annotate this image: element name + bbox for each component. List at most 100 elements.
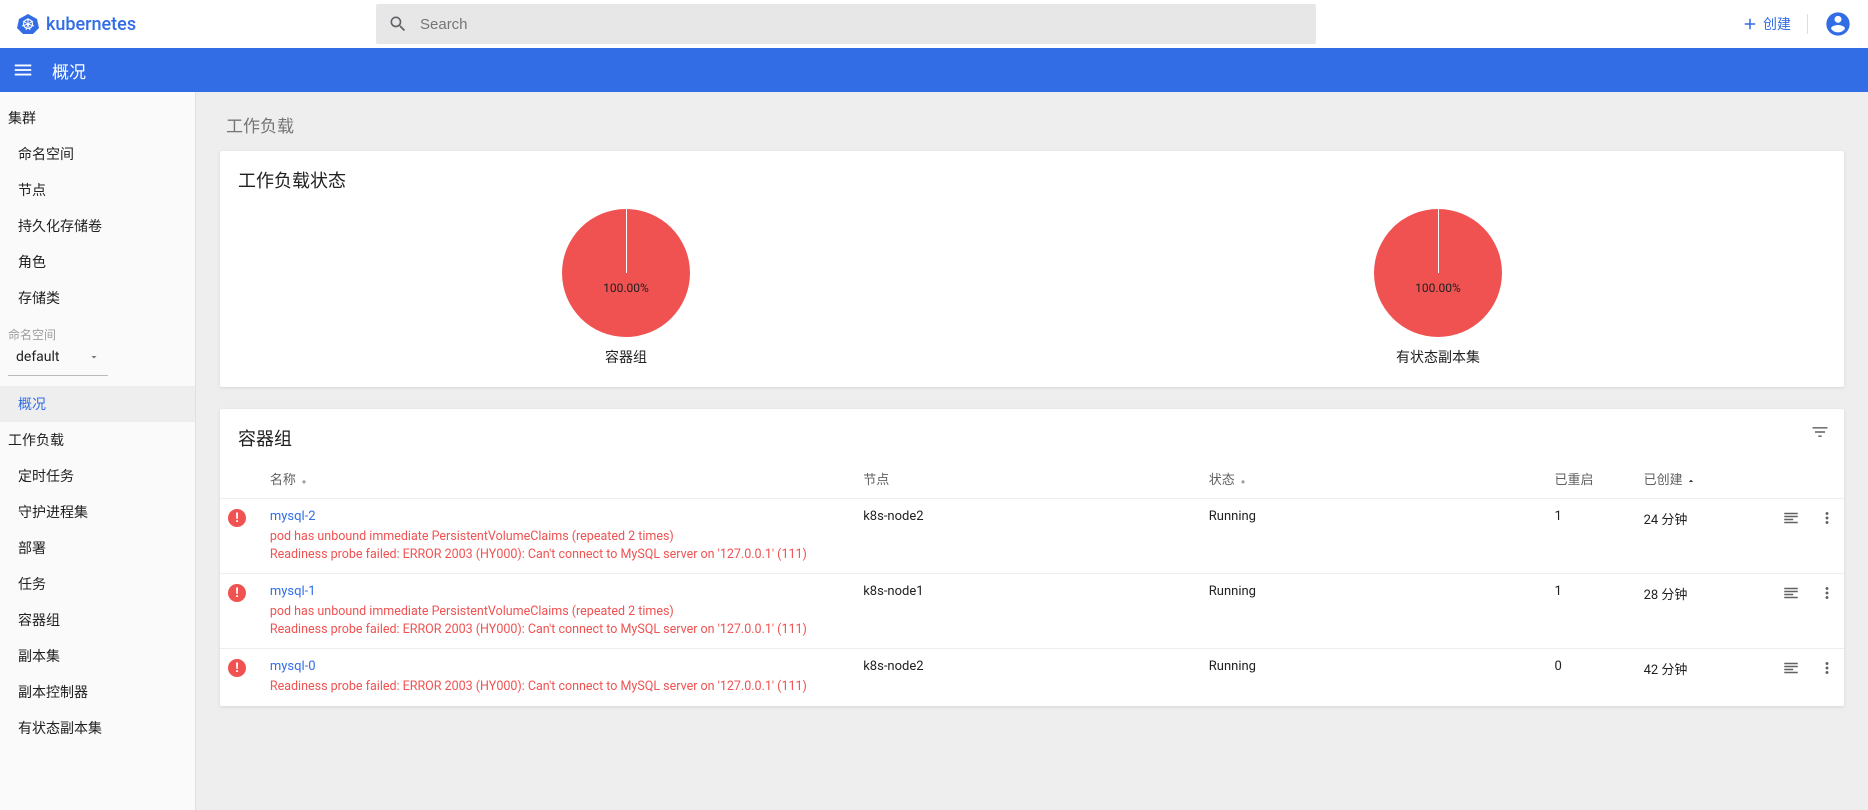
th-restarts[interactable]: 已重启 bbox=[1547, 459, 1636, 499]
more-vert-icon bbox=[1818, 584, 1836, 602]
sidebar-item-workload-2[interactable]: 部署 bbox=[0, 530, 195, 566]
more-vert-icon bbox=[1818, 659, 1836, 677]
logo-text: kubernetes bbox=[46, 14, 136, 35]
status-error-icon: ! bbox=[228, 509, 246, 527]
more-button[interactable] bbox=[1818, 659, 1836, 681]
status-error-icon: ! bbox=[228, 659, 246, 677]
logs-button[interactable] bbox=[1782, 584, 1800, 606]
sidebar-item-cluster-4[interactable]: 存储类 bbox=[0, 280, 195, 316]
bluebar: 概况 bbox=[0, 48, 1868, 92]
sidebar: 集群 命名空间节点持久化存储卷角色存储类 命名空间 default 概况 工作负… bbox=[0, 92, 196, 810]
pod-created: 24 分钟 bbox=[1636, 499, 1755, 574]
more-button[interactable] bbox=[1818, 584, 1836, 606]
chart-title: 容器组 bbox=[605, 347, 647, 367]
pod-state: Running bbox=[1201, 649, 1547, 706]
pie-chart: 100.00% bbox=[1374, 209, 1502, 337]
pod-created: 42 分钟 bbox=[1636, 649, 1755, 706]
user-icon[interactable] bbox=[1824, 10, 1852, 38]
page-title: 概况 bbox=[52, 58, 86, 83]
pod-created: 28 分钟 bbox=[1636, 574, 1755, 649]
table-row: ! mysql-0 Readiness probe failed: ERROR … bbox=[220, 649, 1844, 706]
sidebar-item-workload-4[interactable]: 容器组 bbox=[0, 602, 195, 638]
pod-restarts: 1 bbox=[1547, 574, 1636, 649]
sidebar-section-workload[interactable]: 工作负载 bbox=[0, 422, 195, 458]
pie-label: 100.00% bbox=[603, 281, 649, 295]
sidebar-item-workload-7[interactable]: 有状态副本集 bbox=[0, 710, 195, 746]
logs-icon bbox=[1782, 584, 1800, 602]
pod-errors: Readiness probe failed: ERROR 2003 (HY00… bbox=[270, 678, 847, 696]
search-box[interactable] bbox=[376, 4, 1316, 44]
logs-button[interactable] bbox=[1782, 659, 1800, 681]
kubernetes-logo-icon bbox=[16, 12, 40, 36]
sidebar-item-workload-6[interactable]: 副本控制器 bbox=[0, 674, 195, 710]
pod-errors: pod has unbound immediate PersistentVolu… bbox=[270, 528, 847, 563]
sidebar-item-workload-0[interactable]: 定时任务 bbox=[0, 458, 195, 494]
logs-icon bbox=[1782, 659, 1800, 677]
logo[interactable]: kubernetes bbox=[16, 12, 376, 36]
topbar-right: 创建 bbox=[1741, 10, 1852, 38]
namespace-selected: default bbox=[16, 349, 60, 365]
pods-table: 名称 节点 状态 已重启 已创建 ! mysql-2 pod has unbou… bbox=[220, 459, 1844, 706]
sidebar-item-cluster-2[interactable]: 持久化存储卷 bbox=[0, 208, 195, 244]
sort-icon bbox=[299, 476, 309, 486]
logs-icon bbox=[1782, 509, 1800, 527]
status-error-icon: ! bbox=[228, 584, 246, 602]
sidebar-item-cluster-3[interactable]: 角色 bbox=[0, 244, 195, 280]
more-button[interactable] bbox=[1818, 509, 1836, 531]
th-node[interactable]: 节点 bbox=[855, 459, 1201, 499]
card-workload-status: 工作负载状态 100.00% 容器组 100.00% 有状态副本集 bbox=[220, 151, 1844, 387]
pod-name-link[interactable]: mysql-2 bbox=[270, 509, 316, 524]
sidebar-ns-label: 命名空间 bbox=[0, 316, 195, 347]
pod-name-link[interactable]: mysql-0 bbox=[270, 659, 316, 674]
sidebar-item-workload-3[interactable]: 任务 bbox=[0, 566, 195, 602]
sidebar-item-workload-1[interactable]: 守护进程集 bbox=[0, 494, 195, 530]
th-name[interactable]: 名称 bbox=[262, 459, 855, 499]
card-title-pods: 容器组 bbox=[220, 409, 310, 459]
pie-label: 100.00% bbox=[1415, 281, 1461, 295]
sidebar-section-cluster[interactable]: 集群 bbox=[0, 100, 195, 136]
card-pods: 容器组 名称 节点 状态 已重启 已创建 bbox=[220, 409, 1844, 706]
topbar: kubernetes 创建 bbox=[0, 0, 1868, 48]
pod-state: Running bbox=[1201, 574, 1547, 649]
create-label: 创建 bbox=[1763, 14, 1791, 34]
sidebar-item-workload-5[interactable]: 副本集 bbox=[0, 638, 195, 674]
chart-1: 100.00% 有状态副本集 bbox=[1374, 209, 1502, 367]
logs-button[interactable] bbox=[1782, 509, 1800, 531]
content: 工作负载 工作负载状态 100.00% 容器组 100.00% 有状态副本集 容器组 … bbox=[196, 92, 1868, 810]
charts-row: 100.00% 容器组 100.00% 有状态副本集 bbox=[220, 201, 1844, 387]
create-button[interactable]: 创建 bbox=[1741, 14, 1791, 34]
pod-node: k8s-node2 bbox=[855, 649, 1201, 706]
filter-button[interactable] bbox=[1810, 422, 1830, 446]
pod-name-link[interactable]: mysql-1 bbox=[270, 584, 316, 599]
search-icon bbox=[388, 14, 408, 34]
card-title-workload-status: 工作负载状态 bbox=[220, 151, 1844, 201]
pod-errors: pod has unbound immediate PersistentVolu… bbox=[270, 603, 847, 638]
pod-restarts: 1 bbox=[1547, 499, 1636, 574]
chevron-down-icon bbox=[88, 351, 100, 363]
table-row: ! mysql-2 pod has unbound immediate Pers… bbox=[220, 499, 1844, 574]
pod-state: Running bbox=[1201, 499, 1547, 574]
main: 集群 命名空间节点持久化存储卷角色存储类 命名空间 default 概况 工作负… bbox=[0, 92, 1868, 810]
sidebar-item-overview[interactable]: 概况 bbox=[0, 386, 195, 422]
search-input[interactable] bbox=[420, 16, 1304, 33]
pod-node: k8s-node1 bbox=[855, 574, 1201, 649]
sort-up-icon bbox=[1686, 476, 1696, 486]
pod-restarts: 0 bbox=[1547, 649, 1636, 706]
chart-0: 100.00% 容器组 bbox=[562, 209, 690, 367]
th-state[interactable]: 状态 bbox=[1201, 459, 1547, 499]
section-workload-label: 工作负载 bbox=[220, 92, 1844, 151]
chart-title: 有状态副本集 bbox=[1396, 347, 1480, 367]
sidebar-item-cluster-1[interactable]: 节点 bbox=[0, 172, 195, 208]
filter-icon bbox=[1810, 422, 1830, 442]
divider bbox=[1807, 14, 1808, 34]
pie-chart: 100.00% bbox=[562, 209, 690, 337]
plus-icon bbox=[1741, 15, 1759, 33]
sidebar-item-cluster-0[interactable]: 命名空间 bbox=[0, 136, 195, 172]
namespace-select[interactable]: default bbox=[8, 347, 108, 376]
sort-icon bbox=[1238, 476, 1248, 486]
table-row: ! mysql-1 pod has unbound immediate Pers… bbox=[220, 574, 1844, 649]
menu-icon[interactable] bbox=[12, 59, 34, 81]
pod-node: k8s-node2 bbox=[855, 499, 1201, 574]
th-created[interactable]: 已创建 bbox=[1636, 459, 1755, 499]
more-vert-icon bbox=[1818, 509, 1836, 527]
